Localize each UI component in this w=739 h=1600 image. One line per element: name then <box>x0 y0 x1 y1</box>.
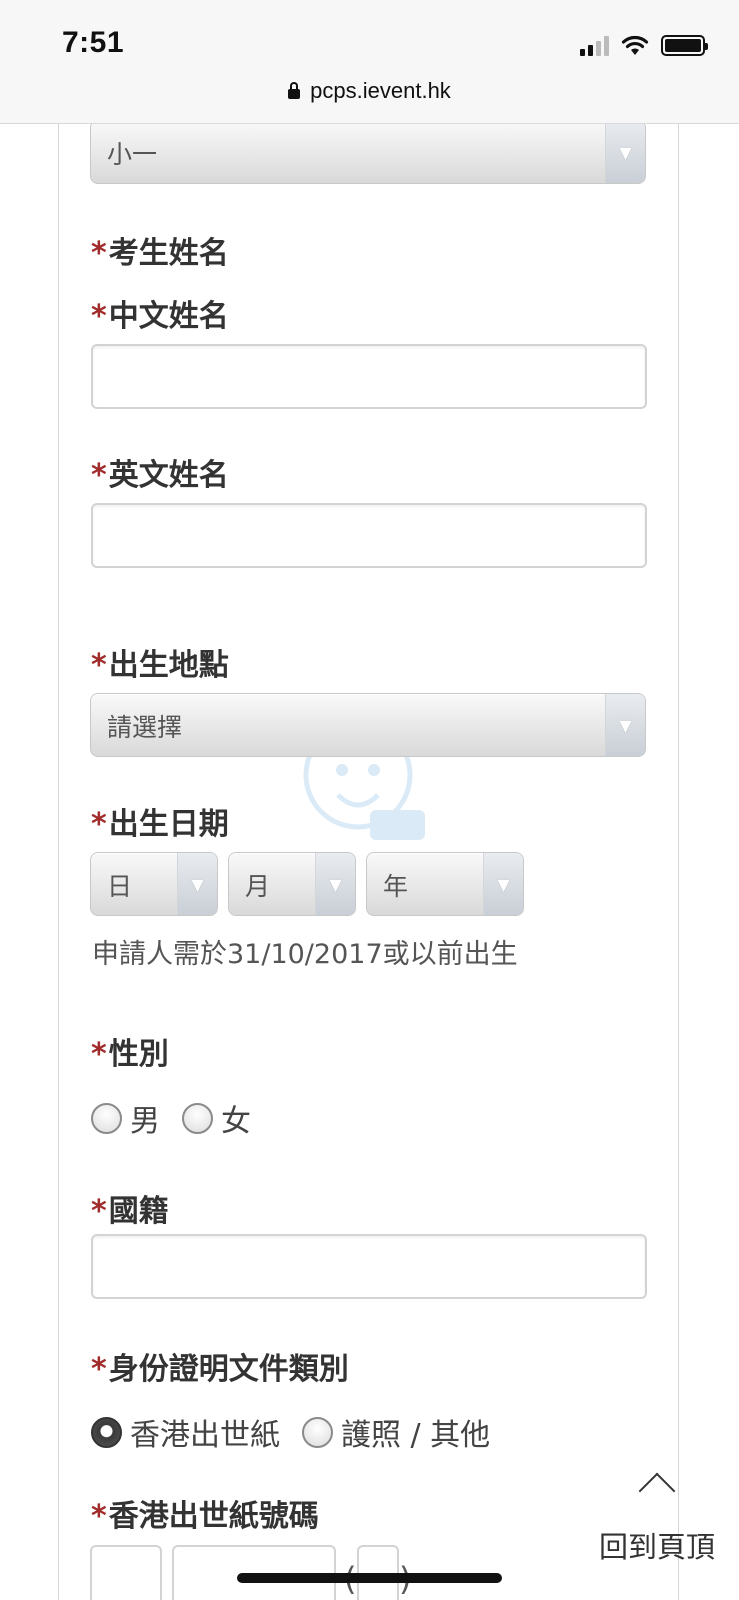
chevron-up-icon <box>638 1472 676 1510</box>
birth-month-select[interactable]: 月 ▼ <box>228 852 356 916</box>
birth-date-label: *出生日期 <box>91 807 229 842</box>
gender-female-radio[interactable] <box>182 1102 213 1134</box>
gender-male-label[interactable]: 男 <box>130 1096 160 1140</box>
chevron-down-icon: ▼ <box>605 694 645 756</box>
back-to-top-label: 回到頁頂 <box>598 1530 715 1564</box>
hk-birth-cert-label[interactable]: 香港出世紙 <box>130 1410 280 1454</box>
english-name-field[interactable] <box>91 503 647 568</box>
passport-other-label[interactable]: 護照 / 其他 <box>341 1410 490 1454</box>
chinese-name-label: *中文姓名 <box>91 299 229 334</box>
id-doc-type-radio-group: 香港出世紙 護照 / 其他 <box>91 1410 512 1454</box>
gender-female-label[interactable]: 女 <box>221 1096 251 1140</box>
birth-place-label: *出生地點 <box>91 648 229 683</box>
chinese-name-field[interactable] <box>91 344 647 409</box>
grade-select[interactable]: 小一 ▼ <box>90 120 646 184</box>
grade-select-value: 小一 <box>107 140 158 169</box>
nationality-field[interactable] <box>91 1234 647 1299</box>
chevron-down-icon: ▼ <box>605 121 645 183</box>
passport-other-radio[interactable] <box>302 1416 333 1448</box>
birth-place-select-value: 請選擇 <box>107 713 183 742</box>
lock-icon <box>288 82 301 99</box>
battery-icon <box>661 35 708 56</box>
back-to-top-button[interactable]: 回到頁頂 <box>592 1472 722 1566</box>
gender-male-radio[interactable] <box>91 1102 122 1134</box>
birth-date-hint: 申請人需於31/10/2017或以前出生 <box>92 939 518 970</box>
status-icons <box>580 34 708 56</box>
chevron-down-icon: ▼ <box>315 853 355 915</box>
status-time: 7:51 <box>62 26 125 59</box>
hk-birth-cert-radio[interactable] <box>91 1416 122 1448</box>
home-indicator[interactable] <box>237 1573 502 1583</box>
nationality-label: *國籍 <box>91 1194 169 1229</box>
cellular-signal-icon <box>580 34 609 56</box>
address-bar[interactable]: pcps.ievent.hk <box>0 78 739 104</box>
chevron-down-icon: ▼ <box>483 853 523 915</box>
birth-cert-prefix-field[interactable] <box>90 1545 162 1600</box>
browser-top-bar: 7:51 pcps.ievent.hk <box>0 0 739 124</box>
wifi-icon <box>621 35 649 55</box>
birth-place-select[interactable]: 請選擇 ▼ <box>90 693 646 757</box>
id-doc-type-label: *身份證明文件類別 <box>91 1352 349 1387</box>
english-name-label: *英文姓名 <box>91 458 229 493</box>
hk-birth-cert-number-label: *香港出世紙號碼 <box>91 1499 319 1534</box>
birth-year-select[interactable]: 年 ▼ <box>366 852 524 916</box>
url-text: pcps.ievent.hk <box>310 78 451 103</box>
birth-day-select[interactable]: 日 ▼ <box>90 852 218 916</box>
chevron-down-icon: ▼ <box>177 853 217 915</box>
gender-radio-group: 男 女 <box>91 1096 273 1140</box>
candidate-name-heading: *考生姓名 <box>91 236 229 271</box>
gender-label: *性別 <box>91 1037 169 1072</box>
